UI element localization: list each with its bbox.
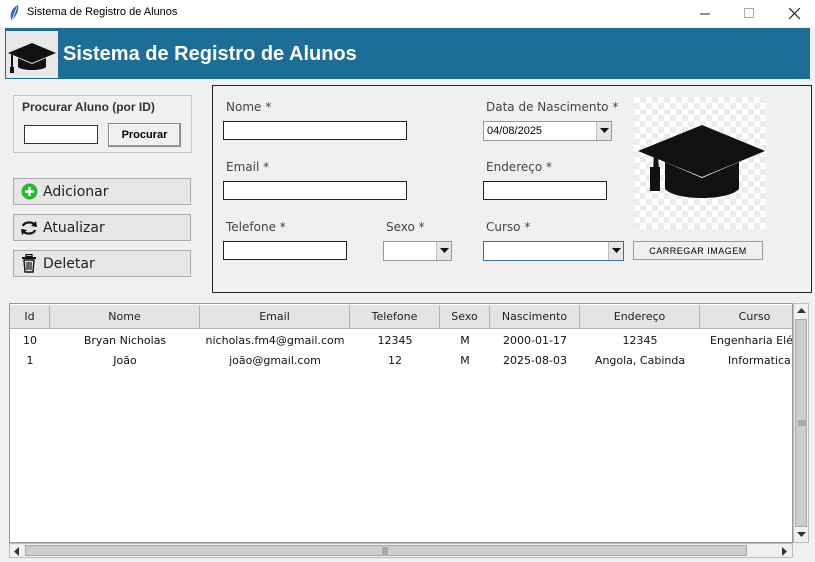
refresh-icon [19, 218, 39, 238]
cell-email: joão@gmail.com [229, 353, 321, 367]
birthdate-picker[interactable]: 04/08/2025 [483, 121, 612, 141]
horizontal-scroll-thumb[interactable] [25, 545, 747, 556]
update-button[interactable]: Atualizar [13, 214, 191, 241]
course-value [484, 242, 608, 260]
trash-icon [19, 254, 39, 274]
graduation-cap-icon [8, 43, 56, 73]
column-header-email[interactable]: Email [200, 305, 350, 329]
column-header-id[interactable]: Id [10, 305, 50, 329]
maximize-button[interactable] [726, 0, 772, 27]
plus-circle-icon [19, 182, 39, 202]
column-header-telefone[interactable]: Telefone [350, 305, 440, 329]
vertical-scroll-thumb[interactable] [795, 319, 807, 527]
cell-id: 10 [23, 333, 37, 347]
search-id-input[interactable] [24, 125, 98, 144]
cell-curso: Engenharia Elét [710, 333, 793, 347]
cell-sexo: M [460, 353, 470, 367]
window-title: Sistema de Registro de Alunos [27, 6, 178, 18]
search-button[interactable]: Procurar [108, 123, 181, 147]
column-header-nascimento[interactable]: Nascimento [490, 305, 580, 329]
feather-icon [10, 5, 19, 21]
chevron-down-icon[interactable] [436, 242, 451, 260]
students-table[interactable]: Id Nome Email Telefone Sexo Nascimento E… [9, 303, 793, 543]
scroll-up-icon[interactable] [794, 304, 808, 318]
table-header: Id Nome Email Telefone Sexo Nascimento E… [10, 305, 792, 329]
delete-button-label: Deletar [43, 255, 95, 272]
birthdate-value: 04/08/2025 [487, 125, 543, 137]
horizontal-scrollbar[interactable] [9, 543, 793, 558]
maximize-icon [743, 8, 754, 18]
cell-nome: Bryan Nicholas [83, 333, 167, 347]
minimize-icon [699, 13, 710, 15]
table-row[interactable]: 1 João joão@gmail.com 12 M 2025-08-03 An… [10, 350, 792, 370]
sex-value [384, 242, 436, 260]
sex-select[interactable] [383, 241, 452, 261]
upload-image-button[interactable]: CARREGAR IMAGEM [633, 241, 763, 260]
minimize-button[interactable] [682, 0, 728, 27]
table-row[interactable]: 10 Bryan Nicholas nicholas.fm4@gmail.com… [10, 330, 793, 350]
search-label: Procurar Aluno (por ID) [22, 100, 155, 114]
delete-button[interactable]: Deletar [13, 250, 191, 277]
column-header-sexo[interactable]: Sexo [440, 305, 490, 329]
cell-telefone: 12 [388, 353, 402, 367]
add-button[interactable]: Adicionar [13, 178, 191, 205]
chevron-down-icon[interactable] [596, 122, 611, 140]
chevron-down-icon[interactable] [608, 242, 623, 260]
scroll-down-icon[interactable] [794, 528, 808, 542]
email-field[interactable] [223, 181, 407, 200]
cell-nome: João [113, 353, 137, 367]
course-label: Curso * [486, 220, 531, 234]
birthdate-label: Data de Nascimento * [486, 100, 619, 114]
column-header-endereco[interactable]: Endereço [580, 305, 700, 329]
phone-field[interactable] [223, 241, 347, 260]
update-button-label: Atualizar [43, 219, 105, 236]
column-header-curso[interactable]: Curso [700, 305, 792, 329]
scroll-left-icon[interactable] [10, 544, 24, 558]
graduation-cap-icon [638, 125, 765, 198]
cell-telefone: 12345 [377, 333, 413, 347]
close-button[interactable] [772, 0, 815, 27]
name-label: Nome * [226, 100, 272, 114]
cell-email: nicholas.fm4@gmail.com [205, 333, 345, 347]
email-label: Email * [226, 160, 270, 174]
cell-endereco: Angola, Cabinda [594, 353, 686, 367]
cell-curso: Informatica [728, 353, 791, 367]
column-header-nome[interactable]: Nome [50, 305, 200, 329]
add-button-label: Adicionar [43, 183, 109, 200]
cell-nascimento: 2025-08-03 [503, 353, 567, 367]
course-select[interactable] [483, 241, 624, 261]
cell-nascimento: 2000-01-17 [503, 333, 567, 347]
address-field[interactable] [483, 181, 607, 200]
window-titlebar: Sistema de Registro de Alunos [0, 0, 815, 27]
cell-endereco: 12345 [622, 333, 658, 347]
vertical-scrollbar[interactable] [793, 303, 809, 543]
phone-label: Telefone * [226, 220, 286, 234]
address-label: Endereço * [486, 160, 552, 174]
logo [6, 31, 58, 78]
cell-sexo: M [460, 333, 470, 347]
close-icon [789, 7, 801, 19]
header-banner: Sistema de Registro de Alunos [5, 28, 810, 79]
student-photo-preview [634, 97, 766, 229]
sex-label: Sexo * [386, 220, 425, 234]
cell-id: 1 [26, 353, 34, 367]
scroll-right-icon[interactable] [778, 544, 792, 558]
name-field[interactable] [223, 121, 407, 140]
app-title: Sistema de Registro de Alunos [63, 43, 357, 65]
